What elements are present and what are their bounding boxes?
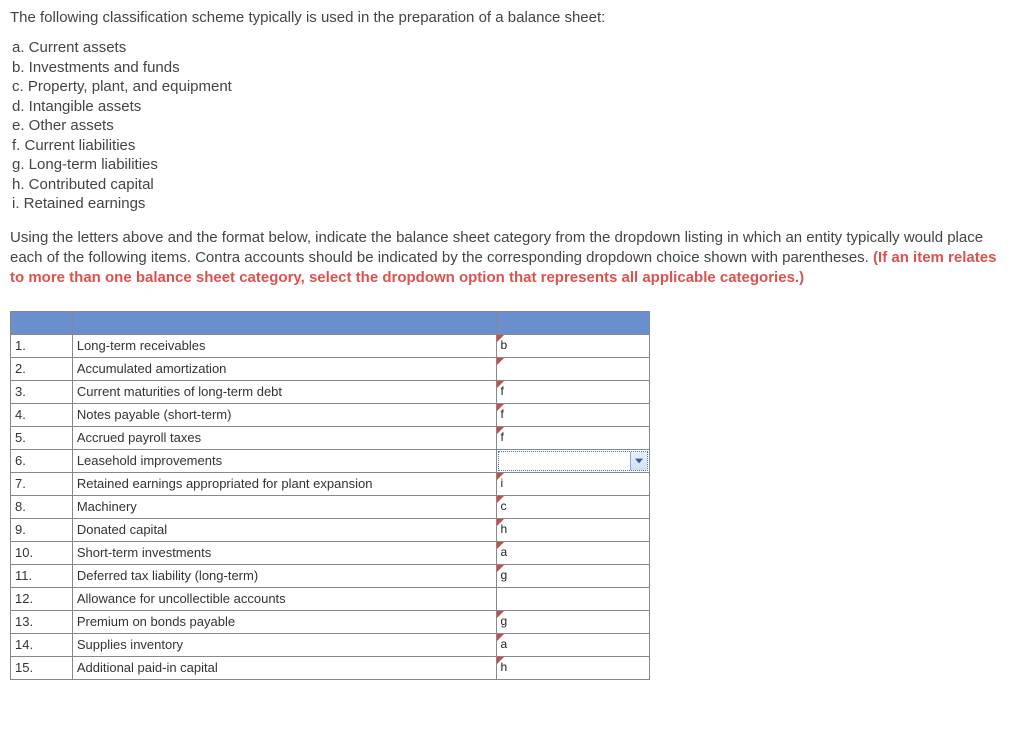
row-description: Deferred tax liability (long-term): [72, 564, 497, 587]
row-description: Machinery: [72, 495, 497, 518]
answer-dropdown-cell[interactable]: a: [497, 541, 650, 564]
classification-scheme-list: a. Current assets b. Investments and fun…: [12, 38, 1014, 214]
row-description: Retained earnings appropriated for plant…: [72, 472, 497, 495]
scheme-item: d. Intangible assets: [12, 97, 1014, 117]
answer-dropdown-cell[interactable]: f: [497, 403, 650, 426]
scheme-item: f. Current liabilities: [12, 136, 1014, 156]
row-description: Accumulated amortization: [72, 357, 497, 380]
row-description: Donated capital: [72, 518, 497, 541]
table-row: 15.Additional paid-in capitalh: [11, 656, 650, 679]
answer-value: b: [497, 336, 649, 356]
row-number: 9.: [11, 518, 73, 541]
row-description: Supplies inventory: [72, 633, 497, 656]
answer-value: a: [497, 543, 649, 563]
table-row: 6.Leasehold improvements: [11, 449, 650, 472]
answer-dropdown-cell[interactable]: [497, 449, 650, 472]
row-number: 10.: [11, 541, 73, 564]
answer-value: i: [497, 474, 649, 494]
row-number: 5.: [11, 426, 73, 449]
answer-dropdown-cell[interactable]: g: [497, 610, 650, 633]
answer-dropdown-cell[interactable]: g: [497, 564, 650, 587]
answer-value: g: [497, 566, 649, 586]
row-number: 15.: [11, 656, 73, 679]
answer-dropdown-cell[interactable]: h: [497, 518, 650, 541]
answer-dropdown-cell[interactable]: a: [497, 633, 650, 656]
header-blank-2: [72, 311, 497, 334]
answer-value: [499, 452, 630, 470]
answer-value: a: [497, 635, 649, 655]
table-header-row: [11, 311, 650, 334]
answer-dropdown-cell[interactable]: f: [497, 380, 650, 403]
answer-value: h: [497, 658, 649, 678]
answer-dropdown-cell[interactable]: b: [497, 334, 650, 357]
table-row: 11.Deferred tax liability (long-term)g: [11, 564, 650, 587]
row-description: Current maturities of long-term debt: [72, 380, 497, 403]
row-description: Additional paid-in capital: [72, 656, 497, 679]
table-row: 3.Current maturities of long-term debtf: [11, 380, 650, 403]
row-number: 1.: [11, 334, 73, 357]
scheme-item: h. Contributed capital: [12, 175, 1014, 195]
table-row: 7.Retained earnings appropriated for pla…: [11, 472, 650, 495]
row-description: Leasehold improvements: [72, 449, 497, 472]
answer-dropdown-cell[interactable]: [497, 357, 650, 380]
row-number: 11.: [11, 564, 73, 587]
table-row: 14.Supplies inventorya: [11, 633, 650, 656]
scheme-item: e. Other assets: [12, 116, 1014, 136]
table-row: 9.Donated capitalh: [11, 518, 650, 541]
scheme-item: c. Property, plant, and equipment: [12, 77, 1014, 97]
table-row: 8.Machineryc: [11, 495, 650, 518]
intro-text: The following classification scheme typi…: [10, 8, 1014, 28]
answer-dropdown-cell[interactable]: f: [497, 426, 650, 449]
header-blank-1: [11, 311, 73, 334]
answer-value: [497, 359, 649, 379]
row-description: Notes payable (short-term): [72, 403, 497, 426]
table-row: 12.Allowance for uncollectible accounts: [11, 587, 650, 610]
instructions-text: Using the letters above and the format b…: [10, 228, 1014, 289]
scheme-item: g. Long-term liabilities: [12, 155, 1014, 175]
row-number: 13.: [11, 610, 73, 633]
answer-dropdown-cell[interactable]: [497, 587, 650, 610]
answer-value: [497, 589, 649, 609]
table-row: 10.Short-term investmentsa: [11, 541, 650, 564]
header-blank-3: [497, 311, 650, 334]
scheme-item: i. Retained earnings: [12, 194, 1014, 214]
table-row: 1.Long-term receivablesb: [11, 334, 650, 357]
answer-dropdown-cell[interactable]: h: [497, 656, 650, 679]
row-number: 12.: [11, 587, 73, 610]
chevron-down-icon[interactable]: [630, 452, 647, 470]
row-description: Allowance for uncollectible accounts: [72, 587, 497, 610]
scheme-item: b. Investments and funds: [12, 58, 1014, 78]
answer-dropdown-cell[interactable]: c: [497, 495, 650, 518]
row-number: 4.: [11, 403, 73, 426]
row-number: 6.: [11, 449, 73, 472]
table-row: 4.Notes payable (short-term)f: [11, 403, 650, 426]
table-row: 13.Premium on bonds payableg: [11, 610, 650, 633]
answer-value: h: [497, 520, 649, 540]
row-description: Premium on bonds payable: [72, 610, 497, 633]
answer-value: f: [497, 405, 649, 425]
row-number: 3.: [11, 380, 73, 403]
row-number: 14.: [11, 633, 73, 656]
row-number: 2.: [11, 357, 73, 380]
instructions-plain: Using the letters above and the format b…: [10, 229, 983, 266]
answer-value: f: [497, 428, 649, 448]
row-number: 7.: [11, 472, 73, 495]
scheme-item: a. Current assets: [12, 38, 1014, 58]
answer-value: f: [497, 382, 649, 402]
row-description: Short-term investments: [72, 541, 497, 564]
answer-table: 1.Long-term receivablesb2.Accumulated am…: [10, 311, 650, 680]
row-number: 8.: [11, 495, 73, 518]
table-row: 5.Accrued payroll taxesf: [11, 426, 650, 449]
answer-dropdown-cell[interactable]: i: [497, 472, 650, 495]
answer-value: g: [497, 612, 649, 632]
table-row: 2.Accumulated amortization: [11, 357, 650, 380]
row-description: Accrued payroll taxes: [72, 426, 497, 449]
answer-value: c: [497, 497, 649, 517]
row-description: Long-term receivables: [72, 334, 497, 357]
